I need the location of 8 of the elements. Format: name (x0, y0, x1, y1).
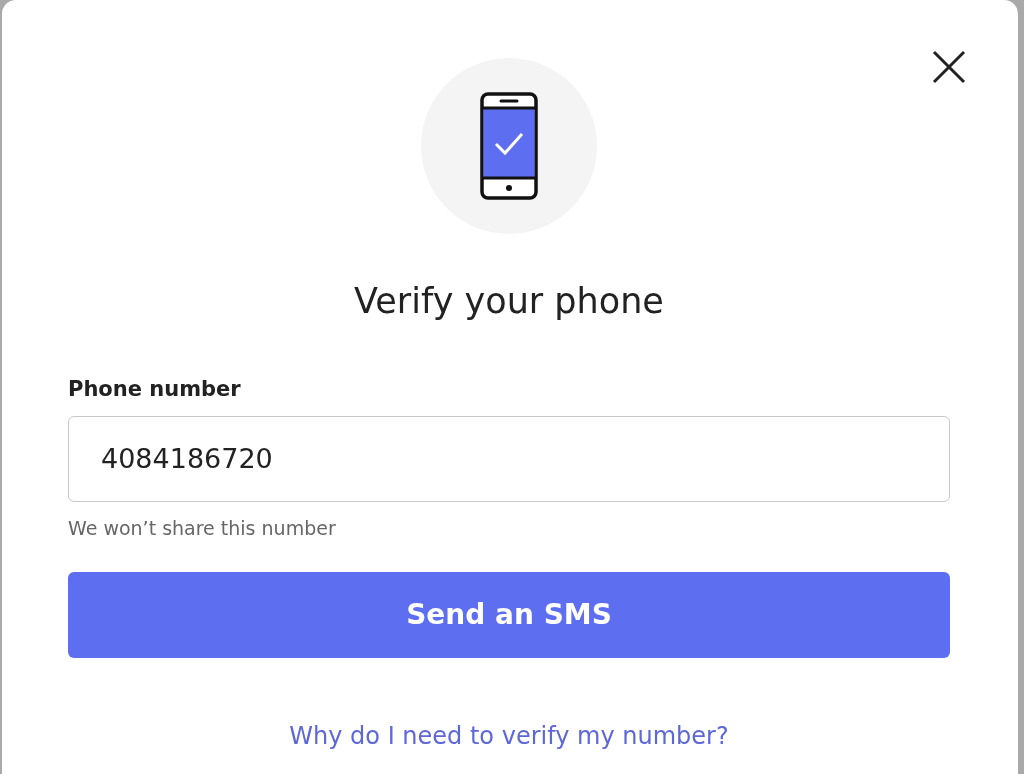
field-hint: We won’t share this number (68, 515, 337, 541)
phone-check-icon (480, 92, 538, 200)
dialog-title: Verify your phone (353, 280, 665, 322)
phone-input[interactable]: 4084186720 (68, 415, 950, 502)
help-link[interactable]: Why do I need to verify my number? (289, 718, 729, 754)
close-icon[interactable] (932, 50, 966, 84)
field-label: Phone number (68, 376, 242, 403)
send-sms-button[interactable]: Send an SMS (68, 572, 950, 658)
